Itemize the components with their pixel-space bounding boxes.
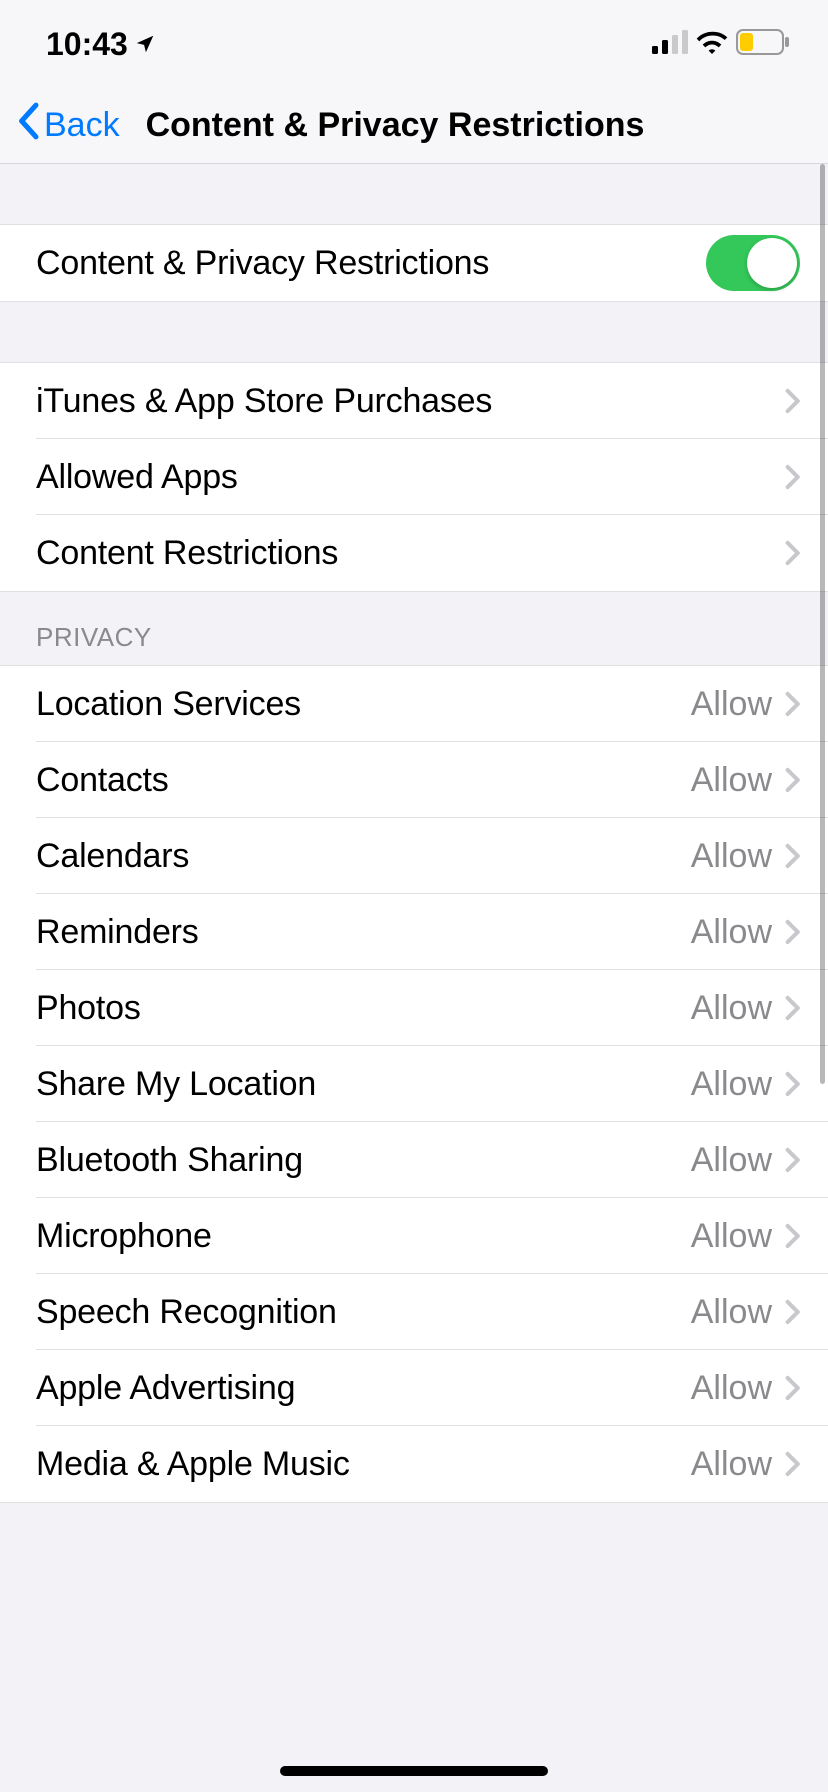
cell-label: Content Restrictions (36, 534, 338, 573)
chevron-left-icon (16, 102, 40, 149)
cell-label: Media & Apple Music (36, 1445, 350, 1484)
share-my-location-row[interactable]: Share My Location Allow (0, 1046, 828, 1122)
chevron-right-icon (784, 540, 800, 566)
reminders-row[interactable]: Reminders Allow (0, 894, 828, 970)
cellular-signal-icon (652, 30, 688, 59)
chevron-right-icon (784, 388, 800, 414)
chevron-right-icon (784, 1375, 800, 1401)
microphone-row[interactable]: Microphone Allow (0, 1198, 828, 1274)
cell-value: Allow (691, 685, 772, 724)
cell-value: Allow (691, 1141, 772, 1180)
battery-icon (736, 29, 790, 60)
cell-label: Microphone (36, 1217, 212, 1256)
cell-accessory (784, 464, 800, 490)
cell-label: Reminders (36, 913, 199, 952)
cell-value: Allow (691, 1293, 772, 1332)
photos-row[interactable]: Photos Allow (0, 970, 828, 1046)
section-spacer (0, 164, 828, 224)
status-right (652, 29, 790, 60)
scroll-indicator (820, 164, 825, 1084)
status-time: 10:43 (46, 26, 156, 63)
content-privacy-toggle[interactable] (706, 235, 800, 291)
privacy-group: Location Services Allow Contacts Allow C… (0, 665, 828, 1503)
cell-accessory: Allow (691, 1293, 800, 1332)
wifi-icon (696, 30, 728, 59)
cell-label: iTunes & App Store Purchases (36, 382, 492, 421)
cell-accessory: Allow (691, 761, 800, 800)
cell-accessory (784, 540, 800, 566)
cell-value: Allow (691, 1369, 772, 1408)
cell-accessory: Allow (691, 1445, 800, 1484)
cell-accessory: Allow (691, 989, 800, 1028)
cell-label: Allowed Apps (36, 458, 238, 497)
cell-value: Allow (691, 761, 772, 800)
cell-accessory: Allow (691, 1217, 800, 1256)
speech-recognition-row[interactable]: Speech Recognition Allow (0, 1274, 828, 1350)
bluetooth-sharing-row[interactable]: Bluetooth Sharing Allow (0, 1122, 828, 1198)
status-bar: 10:43 (0, 0, 828, 88)
home-indicator[interactable] (280, 1766, 548, 1776)
cell-accessory (784, 388, 800, 414)
chevron-right-icon (784, 691, 800, 717)
back-button[interactable]: Back (0, 102, 120, 149)
content-restrictions-row[interactable]: Content Restrictions (0, 515, 828, 591)
cell-accessory: Allow (691, 685, 800, 724)
back-label: Back (44, 106, 120, 145)
cell-accessory: Allow (691, 837, 800, 876)
cell-value: Allow (691, 837, 772, 876)
cell-label: Bluetooth Sharing (36, 1141, 303, 1180)
cell-label: Contacts (36, 761, 169, 800)
cell-value: Allow (691, 1217, 772, 1256)
privacy-section-header: Privacy (0, 592, 828, 665)
cell-value: Allow (691, 989, 772, 1028)
cell-value: Allow (691, 1445, 772, 1484)
cell-label: Apple Advertising (36, 1369, 295, 1408)
contacts-row[interactable]: Contacts Allow (0, 742, 828, 818)
location-services-row[interactable]: Location Services Allow (0, 666, 828, 742)
cell-label: Location Services (36, 685, 301, 724)
cell-accessory: Allow (691, 1369, 800, 1408)
toggle-group: Content & Privacy Restrictions (0, 224, 828, 302)
chevron-right-icon (784, 995, 800, 1021)
section-spacer (0, 302, 828, 362)
chevron-right-icon (784, 843, 800, 869)
chevron-right-icon (784, 1451, 800, 1477)
cell-value: Allow (691, 913, 772, 952)
cell-label: Calendars (36, 837, 189, 876)
chevron-right-icon (784, 767, 800, 793)
page-title: Content & Privacy Restrictions (146, 106, 645, 145)
media-apple-music-row[interactable]: Media & Apple Music Allow (0, 1426, 828, 1502)
chevron-right-icon (784, 919, 800, 945)
content-privacy-toggle-row: Content & Privacy Restrictions (0, 225, 828, 301)
navigation-bar: Back Content & Privacy Restrictions (0, 88, 828, 164)
time-label: 10:43 (46, 26, 128, 63)
toggle-label: Content & Privacy Restrictions (36, 244, 489, 283)
chevron-right-icon (784, 1299, 800, 1325)
apple-advertising-row[interactable]: Apple Advertising Allow (0, 1350, 828, 1426)
allowed-apps-row[interactable]: Allowed Apps (0, 439, 828, 515)
cell-accessory: Allow (691, 1065, 800, 1104)
chevron-right-icon (784, 464, 800, 490)
cell-label: Photos (36, 989, 141, 1028)
cell-label: Share My Location (36, 1065, 316, 1104)
cell-accessory: Allow (691, 1141, 800, 1180)
toggle-knob (747, 238, 797, 288)
main-group: iTunes & App Store Purchases Allowed App… (0, 362, 828, 592)
itunes-app-store-row[interactable]: iTunes & App Store Purchases (0, 363, 828, 439)
chevron-right-icon (784, 1223, 800, 1249)
cell-label: Speech Recognition (36, 1293, 337, 1332)
location-arrow-icon (134, 26, 156, 63)
calendars-row[interactable]: Calendars Allow (0, 818, 828, 894)
chevron-right-icon (784, 1071, 800, 1097)
cell-value: Allow (691, 1065, 772, 1104)
chevron-right-icon (784, 1147, 800, 1173)
content-scroll[interactable]: Content & Privacy Restrictions iTunes & … (0, 164, 828, 1792)
cell-accessory: Allow (691, 913, 800, 952)
